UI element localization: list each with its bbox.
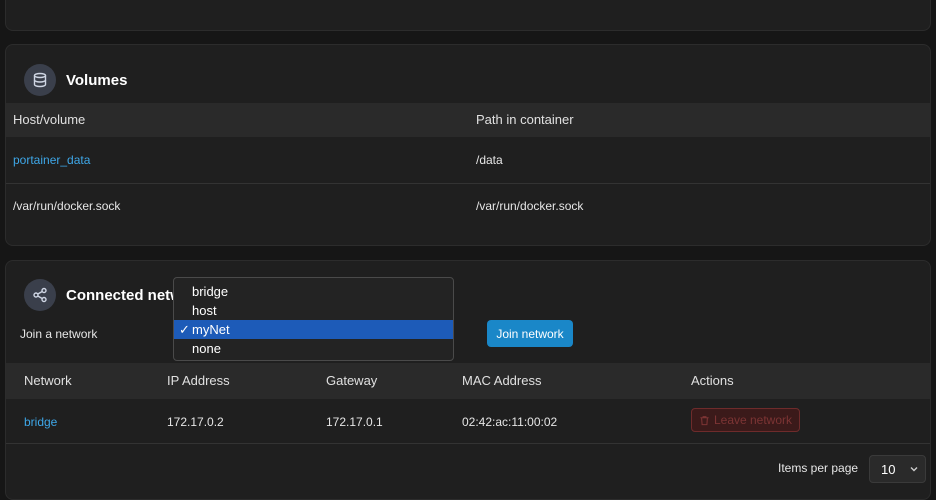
network-ip: 172.17.0.2: [167, 415, 224, 429]
volumes-header: Volumes: [24, 64, 127, 96]
join-network-button[interactable]: Join network: [487, 320, 573, 347]
trash-icon: [699, 415, 710, 426]
network-name-link[interactable]: bridge: [24, 415, 57, 429]
network-gateway: 172.17.0.1: [326, 415, 383, 429]
items-per-page-value: 10: [881, 462, 896, 477]
items-per-page-select[interactable]: 10: [869, 455, 926, 483]
network-dropdown-list: bridge host ✓ myNet none: [173, 277, 454, 361]
volume-path: /data: [476, 153, 503, 167]
dropdown-option-none[interactable]: none: [174, 339, 453, 358]
column-actions: Actions: [691, 373, 734, 388]
leave-network-label: Leave network: [713, 413, 793, 427]
volumes-table-header: Host/volume Path in container: [6, 103, 930, 137]
column-network: Network: [24, 373, 72, 388]
column-ip-address: IP Address: [167, 373, 230, 388]
items-per-page-label: Items per page: [778, 461, 859, 475]
column-mac-address: MAC Address: [462, 373, 542, 388]
volume-host: /var/run/docker.sock: [13, 199, 121, 213]
dropdown-option-label: myNet: [192, 322, 230, 337]
checkmark-icon: ✓: [179, 322, 190, 337]
volume-path: /var/run/docker.sock: [476, 199, 584, 213]
volumes-panel: Volumes Host/volume Path in container po…: [5, 44, 931, 246]
dropdown-option-host[interactable]: host: [174, 301, 453, 320]
table-row: /var/run/docker.sock /var/run/docker.soc…: [6, 183, 930, 229]
table-row: portainer_data /data: [6, 137, 930, 184]
network-mac: 02:42:ac:11:00:02: [462, 415, 558, 429]
column-gateway: Gateway: [326, 373, 378, 388]
volumes-title: Volumes: [66, 71, 128, 89]
dropdown-option-bridge[interactable]: bridge: [174, 282, 453, 301]
join-network-label: Join a network: [20, 327, 98, 341]
column-path-in-container: Path in container: [476, 112, 574, 127]
networks-table-header: Network IP Address Gateway MAC Address A…: [6, 363, 930, 399]
networks-panel: Connected networks Join a network Join n…: [5, 260, 931, 500]
top-panel: [5, 0, 931, 31]
database-icon: [24, 64, 56, 96]
share-icon: [24, 279, 56, 311]
leave-network-button[interactable]: Leave network: [691, 408, 800, 432]
volume-host-link[interactable]: portainer_data: [13, 153, 90, 167]
column-host-volume: Host/volume: [13, 112, 86, 127]
dropdown-option-mynet[interactable]: ✓ myNet: [174, 320, 453, 339]
chevron-down-icon: [909, 464, 919, 474]
